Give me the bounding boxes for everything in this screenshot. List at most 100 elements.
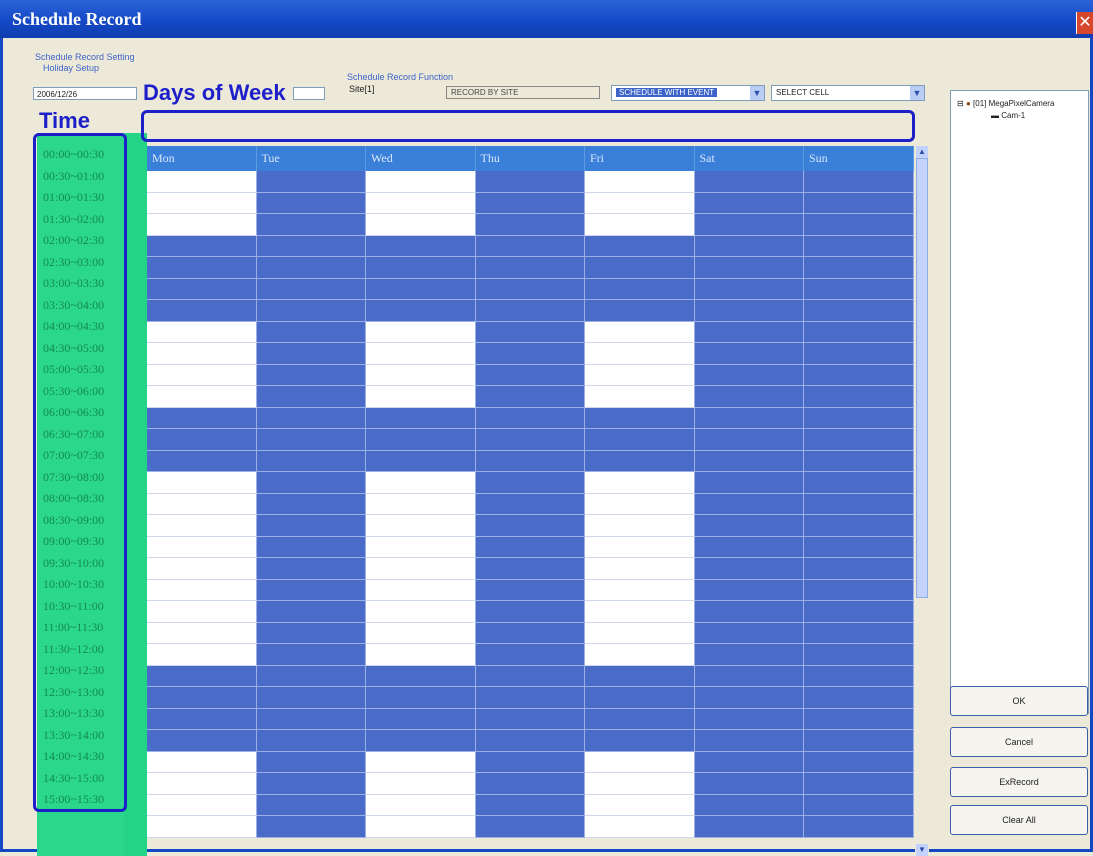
schedule-grid[interactable]: 00:00~00:30 00:30~01:00 01:00~01:30 01:30~0…	[37, 133, 929, 856]
schedule-cell[interactable]	[804, 214, 914, 236]
schedule-cell[interactable]	[694, 665, 804, 687]
schedule-cell[interactable]	[147, 257, 257, 279]
schedule-cell[interactable]	[366, 450, 476, 472]
schedule-cell[interactable]	[147, 558, 257, 580]
schedule-cell[interactable]	[147, 493, 257, 515]
day-header-mon[interactable]: Mon	[147, 146, 257, 171]
schedule-cell[interactable]	[694, 536, 804, 558]
schedule-cell[interactable]	[694, 429, 804, 451]
schedule-cell[interactable]	[256, 665, 366, 687]
schedule-cell[interactable]	[475, 364, 585, 386]
schedule-cell[interactable]	[256, 235, 366, 257]
schedule-cell[interactable]	[147, 450, 257, 472]
schedule-cell[interactable]	[256, 601, 366, 623]
schedule-cell[interactable]	[804, 321, 914, 343]
schedule-cell[interactable]	[585, 794, 695, 816]
schedule-cell[interactable]	[585, 300, 695, 322]
schedule-cell[interactable]	[585, 192, 695, 214]
schedule-cell[interactable]	[804, 708, 914, 730]
schedule-cell[interactable]	[475, 192, 585, 214]
schedule-cell[interactable]	[475, 644, 585, 666]
schedule-cell[interactable]	[694, 278, 804, 300]
ok-button[interactable]: OK	[950, 686, 1088, 716]
schedule-cell[interactable]	[475, 257, 585, 279]
schedule-cell[interactable]	[585, 536, 695, 558]
schedule-cell[interactable]	[585, 171, 695, 193]
schedule-cell[interactable]	[694, 214, 804, 236]
schedule-cell[interactable]	[804, 192, 914, 214]
schedule-cell[interactable]	[366, 579, 476, 601]
schedule-cell[interactable]	[366, 687, 476, 709]
schedule-cell[interactable]	[256, 343, 366, 365]
schedule-cell[interactable]	[585, 751, 695, 773]
schedule-cell[interactable]	[694, 235, 804, 257]
schedule-cell[interactable]	[475, 214, 585, 236]
schedule-cell[interactable]	[475, 343, 585, 365]
schedule-cell[interactable]	[804, 300, 914, 322]
schedule-cell[interactable]	[804, 386, 914, 408]
schedule-cell[interactable]	[475, 558, 585, 580]
schedule-cell[interactable]	[804, 472, 914, 494]
camera-tree[interactable]: ⊟ ● [01] MegaPixelCamera ▬ Cam-1	[950, 90, 1089, 714]
schedule-cell[interactable]	[256, 257, 366, 279]
schedule-cell[interactable]	[366, 773, 476, 795]
schedule-cell[interactable]	[366, 364, 476, 386]
schedule-cell[interactable]	[475, 601, 585, 623]
schedule-cell[interactable]	[147, 794, 257, 816]
schedule-cell[interactable]	[585, 708, 695, 730]
schedule-cell[interactable]	[147, 730, 257, 752]
schedule-cell[interactable]	[804, 816, 914, 838]
schedule-cell[interactable]	[256, 687, 366, 709]
schedule-cell[interactable]	[366, 601, 476, 623]
schedule-cell[interactable]	[147, 644, 257, 666]
scroll-thumb[interactable]	[916, 158, 928, 598]
schedule-cell[interactable]	[475, 429, 585, 451]
schedule-cell[interactable]	[366, 407, 476, 429]
schedule-cell[interactable]	[256, 515, 366, 537]
schedule-cell[interactable]	[147, 171, 257, 193]
schedule-cell[interactable]	[366, 472, 476, 494]
schedule-cell[interactable]	[804, 558, 914, 580]
schedule-cell[interactable]	[804, 515, 914, 537]
schedule-cell[interactable]	[694, 558, 804, 580]
schedule-cell[interactable]	[585, 773, 695, 795]
schedule-cell[interactable]	[366, 730, 476, 752]
schedule-cell[interactable]	[366, 644, 476, 666]
schedule-cell[interactable]	[256, 386, 366, 408]
scroll-up-icon[interactable]: ▲	[916, 146, 928, 158]
schedule-cell[interactable]	[366, 278, 476, 300]
schedule-cell[interactable]	[585, 730, 695, 752]
schedule-cell[interactable]	[475, 708, 585, 730]
schedule-cell[interactable]	[585, 321, 695, 343]
record-by-site-button[interactable]: RECORD BY SITE	[446, 86, 600, 99]
schedule-cell[interactable]	[804, 235, 914, 257]
schedule-cell[interactable]	[804, 429, 914, 451]
schedule-cell[interactable]	[804, 579, 914, 601]
schedule-cell[interactable]	[147, 816, 257, 838]
schedule-cell[interactable]	[256, 472, 366, 494]
schedule-cell[interactable]	[585, 515, 695, 537]
schedule-cell[interactable]	[366, 794, 476, 816]
schedule-cell[interactable]	[366, 235, 476, 257]
schedule-cell[interactable]	[256, 644, 366, 666]
schedule-cell[interactable]	[256, 816, 366, 838]
schedule-cell[interactable]	[804, 536, 914, 558]
schedule-cell[interactable]	[804, 493, 914, 515]
schedule-cell[interactable]	[147, 278, 257, 300]
schedule-cell[interactable]	[475, 321, 585, 343]
schedule-cell[interactable]	[147, 773, 257, 795]
schedule-cell[interactable]	[804, 278, 914, 300]
schedule-cell[interactable]	[694, 407, 804, 429]
schedule-cell[interactable]	[366, 493, 476, 515]
schedule-cell[interactable]	[804, 364, 914, 386]
exrecord-button[interactable]: ExRecord	[950, 767, 1088, 797]
schedule-cell[interactable]	[694, 192, 804, 214]
schedule-cell[interactable]	[366, 321, 476, 343]
schedule-cell[interactable]	[475, 171, 585, 193]
schedule-cell[interactable]	[804, 644, 914, 666]
schedule-cell[interactable]	[366, 536, 476, 558]
schedule-cell[interactable]	[256, 429, 366, 451]
schedule-cell[interactable]	[804, 751, 914, 773]
tree-item-camera[interactable]: ⊟ ● [01] MegaPixelCamera	[957, 99, 1054, 108]
schedule-cell[interactable]	[256, 192, 366, 214]
